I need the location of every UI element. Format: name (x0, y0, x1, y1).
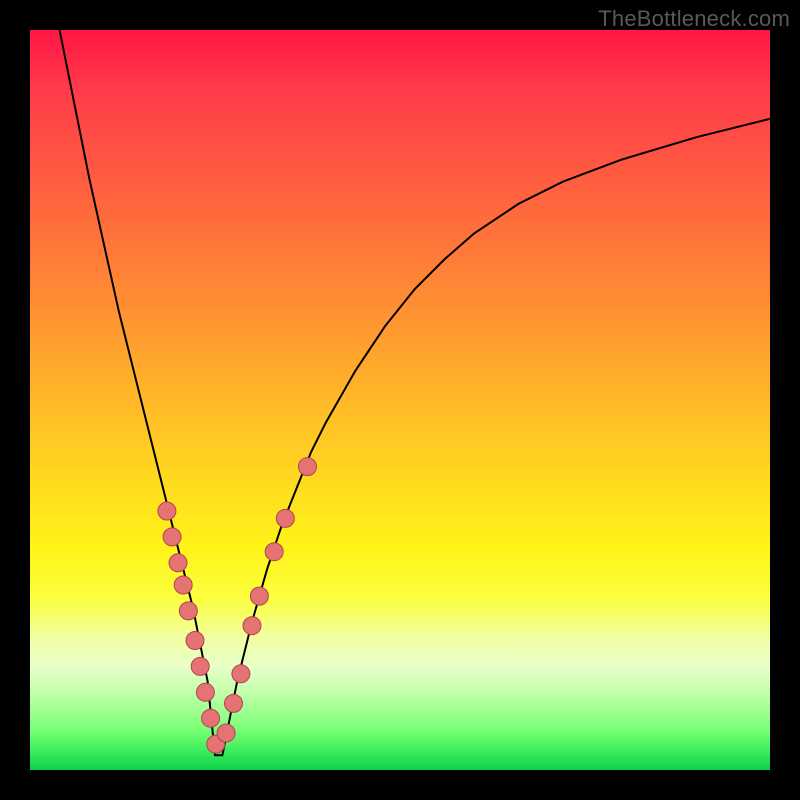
watermark-text: TheBottleneck.com (598, 6, 790, 32)
bottleneck-curve (60, 30, 770, 755)
plot-area (30, 30, 770, 770)
chart-frame: TheBottleneck.com (0, 0, 800, 800)
chart-content-group (60, 30, 770, 755)
chart-svg (30, 30, 770, 770)
